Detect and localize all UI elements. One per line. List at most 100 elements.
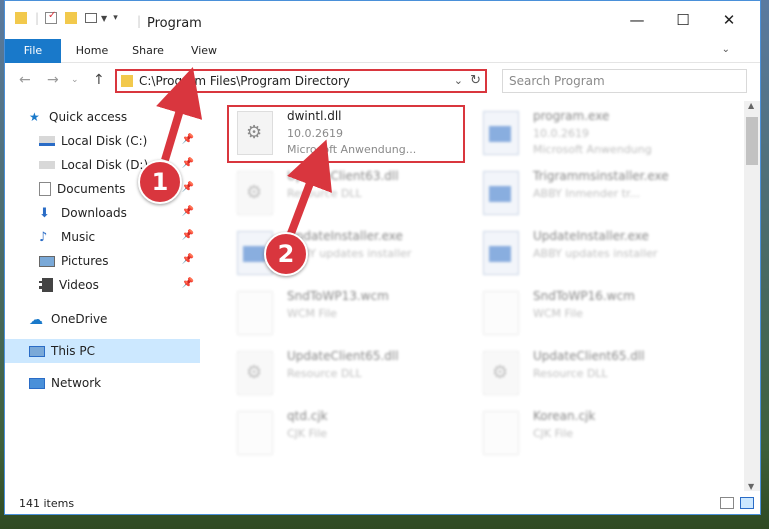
pin-icon[interactable]: 📌 [182,182,194,193]
annotation-badge-two: 2 [264,232,308,276]
expand-ribbon-icon[interactable]: ⌄ [722,44,730,55]
file-item[interactable]: UpdateClient65.dll Resource DLL [227,345,467,401]
folder-icon[interactable] [15,12,27,24]
large-icons-view-icon[interactable] [740,497,754,509]
sidebar-item-label: Videos [59,278,99,292]
title-bar: | ✓ ▼ ▾ | Program — ☐ ✕ [5,1,760,39]
file-type: WCM File [533,307,583,320]
file-item[interactable]: SndToWP16.wcm WCM File [473,285,713,341]
scroll-up-icon[interactable]: ▲ [748,101,754,110]
file-highlight-box [227,105,465,163]
file-type: ABBY updates installer [533,247,658,260]
back-icon[interactable]: ← [19,72,31,88]
sidebar-item-videos[interactable]: Videos 📌 [39,273,200,297]
annotation-badge-one: 1 [138,160,182,204]
sidebar-item-label: Network [51,376,102,390]
close-button[interactable]: ✕ [706,7,752,33]
properties-icon[interactable]: ✓ [45,10,58,24]
pin-icon[interactable]: 📌 [182,278,194,289]
title-divider: | [137,14,142,28]
file-item[interactable]: UpdateInstaller.exe ABBY updates install… [227,225,467,281]
sidebar-item-label: Local Disk (D:) [61,158,149,172]
star-icon: ★ [29,110,40,124]
generic-file-icon [237,291,273,335]
download-icon: ⬇ [39,206,50,221]
pin-icon[interactable]: 📌 [182,134,194,145]
file-name: UpdateInstaller.exe [287,229,403,243]
pin-toolbar-icon[interactable]: ▾ [113,13,118,23]
sidebar-item-onedrive[interactable]: ☁ OneDrive [29,307,200,331]
file-name: SndToWP13.wcm [287,289,389,303]
generic-file-icon [483,411,519,455]
minimize-button[interactable]: — [614,7,660,33]
file-item[interactable]: SndToWP13.wcm WCM File [227,285,467,341]
file-item[interactable]: UpdateInstaller.exe ABBY updates install… [473,225,713,281]
recent-locations-icon[interactable]: ⌄ [71,75,79,85]
folder-icon [121,75,133,87]
sidebar-item-label: OneDrive [51,312,108,326]
file-name: UpdateClient65.dll [533,349,645,363]
file-name: Korean.cjk [533,409,596,423]
exe-file-icon [483,111,519,155]
forward-icon[interactable]: → [47,72,59,88]
navigation-pane: ★ Quick access Local Disk (C:) 📌 Local D… [5,101,205,491]
scroll-down-icon[interactable]: ▼ [748,482,754,491]
sidebar-item-quick-access[interactable]: ★ Quick access [29,105,224,129]
new-folder-icon[interactable] [65,12,78,24]
dll-file-icon [237,351,273,395]
maximize-button[interactable]: ☐ [660,7,706,33]
tab-view[interactable]: View [181,39,227,63]
file-item[interactable]: Trigrammsinstaller.exe ABBY Inmender tr.… [473,165,713,221]
file-item[interactable]: UpdateClient63.dll Resource DLL [227,165,467,221]
sidebar-item-label: Downloads [61,206,127,220]
music-icon: ♪ [39,230,48,245]
explorer-window: | ✓ ▼ ▾ | Program — ☐ ✕ File Home Share … [4,0,761,515]
search-input[interactable]: Search Program [502,69,747,93]
sidebar-item-label: Pictures [61,254,109,268]
video-icon [39,278,53,292]
file-name: UpdateClient63.dll [287,169,399,183]
dll-file-icon [483,351,519,395]
dll-file-icon [237,171,273,215]
sidebar-item-network[interactable]: Network [29,371,200,395]
sidebar-item-label: Local Disk (C:) [61,134,148,148]
customize-icon[interactable] [85,13,98,23]
cloud-icon: ☁ [29,312,43,328]
computer-icon [29,345,45,357]
file-item[interactable]: program.exe 10.0.2619 Microsoft Anwendun… [473,105,713,161]
file-item[interactable]: qtd.cjk CJK File [227,405,467,461]
file-item[interactable]: Korean.cjk CJK File [473,405,713,461]
drive-icon [39,136,55,146]
details-view-icon[interactable] [720,497,734,509]
sidebar-item-music[interactable]: ♪ Music 📌 [39,225,200,249]
refresh-icon[interactable]: ↻ [470,73,481,88]
network-icon [29,377,45,389]
sidebar-item-local-disk-c[interactable]: Local Disk (C:) 📌 [39,129,200,153]
tab-share[interactable]: Share [123,39,173,63]
tab-home[interactable]: Home [67,39,117,63]
picture-icon [39,255,55,267]
generic-file-icon [483,291,519,335]
file-name: UpdateInstaller.exe [533,229,649,243]
address-dropdown-icon[interactable]: ⌄ [454,74,463,87]
file-name: UpdateClient65.dll [287,349,399,363]
sidebar-item-label: This PC [51,344,95,358]
sidebar-item-downloads[interactable]: ⬇ Downloads 📌 [39,201,200,225]
chevron-down-icon[interactable]: ▼ [101,14,107,23]
pin-icon[interactable]: 📌 [182,206,194,217]
scrollbar-thumb[interactable] [746,117,758,165]
up-icon[interactable]: ↑ [93,72,105,88]
file-type: Resource DLL [287,367,362,380]
sidebar-item-this-pc[interactable]: This PC [5,339,200,363]
sidebar-item-pictures[interactable]: Pictures 📌 [39,249,200,273]
address-field[interactable]: C:\Program Files\Program Directory ⌄ ↻ [115,69,487,93]
exe-file-icon [483,171,519,215]
pin-icon[interactable]: 📌 [182,158,194,169]
file-item[interactable]: UpdateClient65.dll Resource DLL [473,345,713,401]
pin-icon[interactable]: 📌 [182,230,194,241]
pin-icon[interactable]: 📌 [182,254,194,265]
sidebar-item-label: Documents [57,182,126,196]
vertical-scrollbar[interactable]: ▲ ▼ [744,101,760,491]
sidebar-item-label: Music [61,230,96,244]
file-type: Resource DLL [533,367,608,380]
